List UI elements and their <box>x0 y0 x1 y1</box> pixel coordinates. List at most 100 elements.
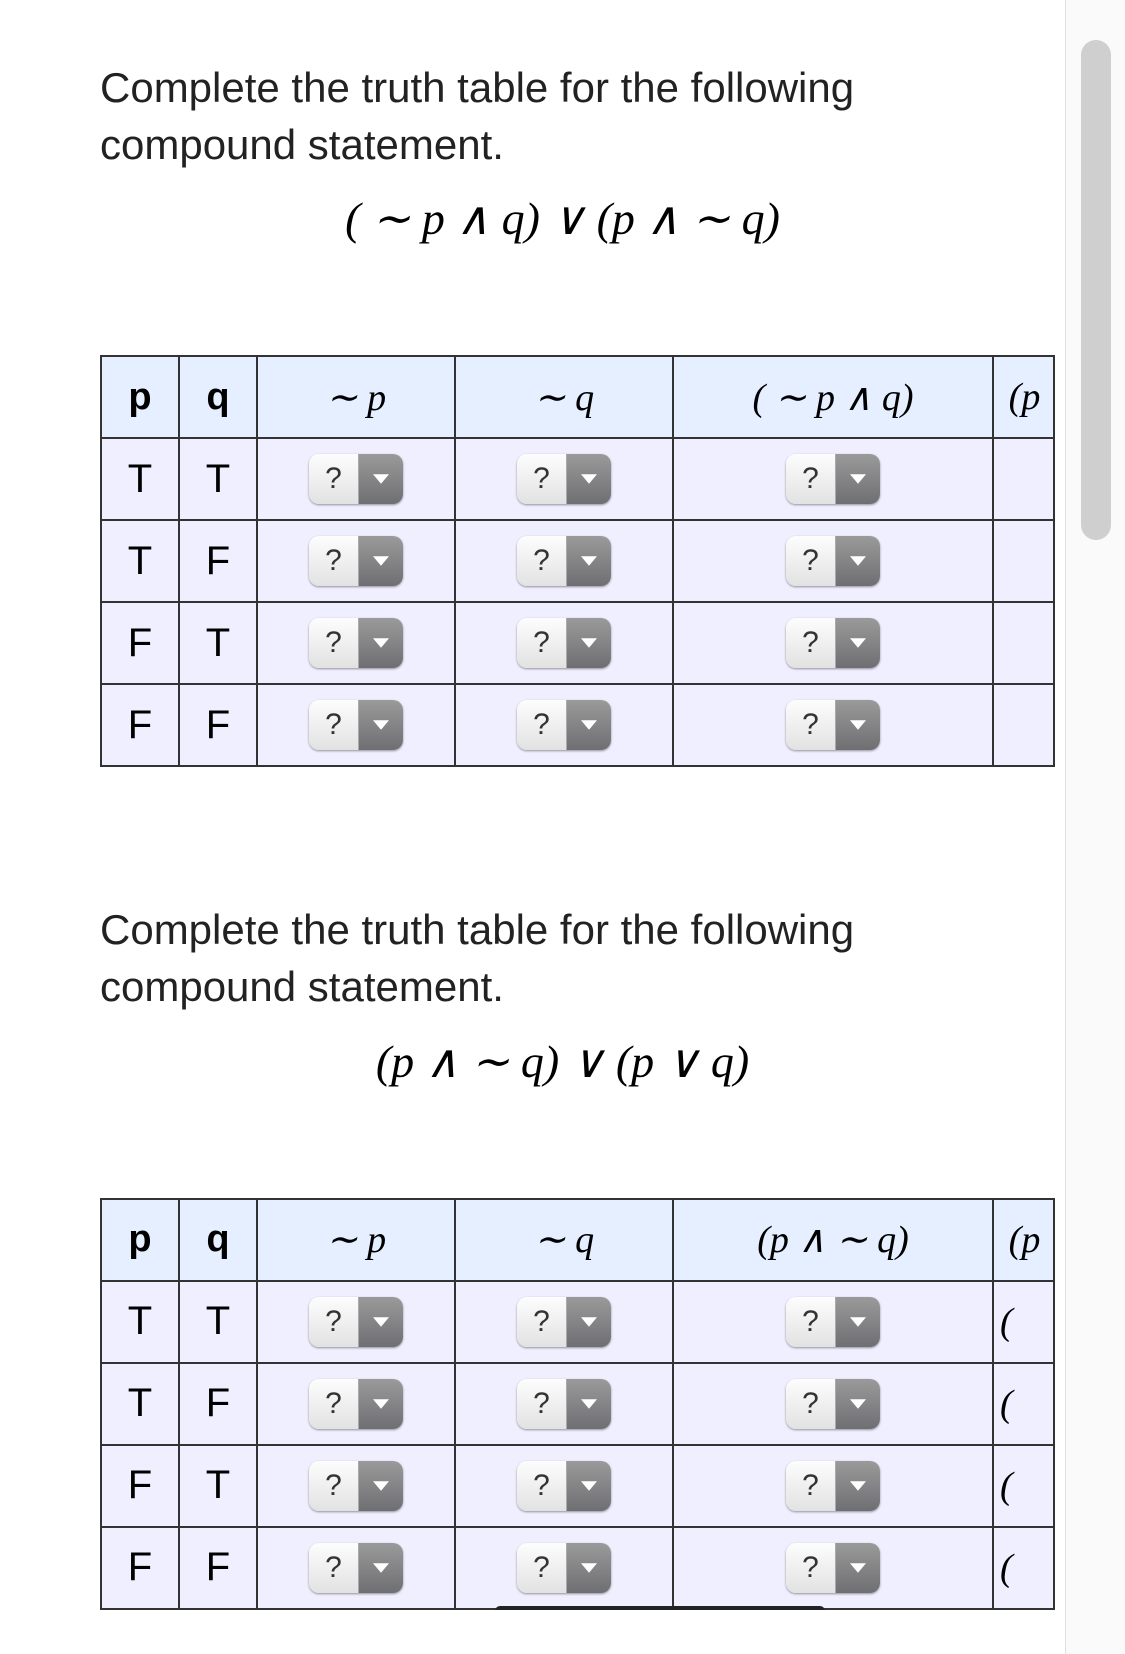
col-header-p: p <box>101 356 179 438</box>
answer-dropdown[interactable]: ? <box>309 1461 403 1511</box>
dropdown-value: ? <box>517 700 567 750</box>
vertical-scrollbar-thumb[interactable] <box>1081 40 1111 540</box>
cell-notp: ? <box>257 1281 455 1363</box>
cell-p: T <box>101 1281 179 1363</box>
cell-compound: ? <box>673 602 993 684</box>
problem-prompt: Complete the truth table for the followi… <box>100 902 1025 1015</box>
answer-dropdown[interactable]: ? <box>517 1297 611 1347</box>
answer-dropdown[interactable]: ? <box>786 1297 880 1347</box>
chevron-down-icon <box>567 1297 611 1347</box>
truth-table-1-wrap: p q ∼ p ∼ q ( ∼ p ∧ q) (p T T ? ? ? T F … <box>100 355 1055 767</box>
table-row: F T ? ? ? ( <box>101 1445 1055 1527</box>
answer-dropdown[interactable]: ? <box>786 536 880 586</box>
cell-compound: ? <box>673 684 993 766</box>
chevron-down-icon <box>567 700 611 750</box>
table-row: T T ? ? ? <box>101 438 1055 520</box>
chevron-down-icon <box>359 1297 403 1347</box>
answer-dropdown[interactable]: ? <box>517 700 611 750</box>
dropdown-value: ? <box>786 536 836 586</box>
cell-notp: ? <box>257 602 455 684</box>
cell-p: F <box>101 1445 179 1527</box>
dropdown-value: ? <box>517 1379 567 1429</box>
cell-notq: ? <box>455 1445 673 1527</box>
cell-last: ( <box>993 1281 1055 1363</box>
answer-dropdown[interactable]: ? <box>309 454 403 504</box>
horizontal-scrollbar-thumb[interactable] <box>495 1606 825 1610</box>
dropdown-value: ? <box>309 1297 359 1347</box>
chevron-down-icon <box>359 454 403 504</box>
cell-notp: ? <box>257 1363 455 1445</box>
dropdown-value: ? <box>786 1461 836 1511</box>
cell-p: T <box>101 438 179 520</box>
answer-dropdown[interactable]: ? <box>309 618 403 668</box>
chevron-down-icon <box>836 700 880 750</box>
col-header-notq: ∼ q <box>455 356 673 438</box>
answer-dropdown[interactable]: ? <box>517 454 611 504</box>
col-header-last: (p <box>993 356 1055 438</box>
chevron-down-icon <box>567 1543 611 1593</box>
cell-notq: ? <box>455 684 673 766</box>
cell-q: F <box>179 684 257 766</box>
answer-dropdown[interactable]: ? <box>517 1543 611 1593</box>
col-header-notq: ∼ q <box>455 1199 673 1281</box>
answer-dropdown[interactable]: ? <box>786 700 880 750</box>
chevron-down-icon <box>836 1461 880 1511</box>
problem-1: Complete the truth table for the followi… <box>100 60 1025 767</box>
dropdown-value: ? <box>309 1461 359 1511</box>
cell-notp: ? <box>257 684 455 766</box>
cell-compound: ? <box>673 1363 993 1445</box>
answer-dropdown[interactable]: ? <box>786 618 880 668</box>
problem-formula: (p ∧ ∼ q) ∨ (p ∨ q) <box>100 1034 1025 1088</box>
answer-dropdown[interactable]: ? <box>309 1543 403 1593</box>
chevron-down-icon <box>359 618 403 668</box>
dropdown-value: ? <box>517 454 567 504</box>
chevron-down-icon <box>359 700 403 750</box>
answer-dropdown[interactable]: ? <box>517 1379 611 1429</box>
cell-compound: ? <box>673 438 993 520</box>
col-header-notp: ∼ p <box>257 1199 455 1281</box>
cell-last: ( <box>993 1445 1055 1527</box>
truth-table-1: p q ∼ p ∼ q ( ∼ p ∧ q) (p T T ? ? ? T F … <box>100 355 1055 767</box>
table-row: T F ? ? ? ( <box>101 1363 1055 1445</box>
answer-dropdown[interactable]: ? <box>517 618 611 668</box>
cell-last: ( <box>993 1527 1055 1609</box>
answer-dropdown[interactable]: ? <box>309 1379 403 1429</box>
cell-q: F <box>179 520 257 602</box>
cell-notq: ? <box>455 438 673 520</box>
col-header-q: q <box>179 1199 257 1281</box>
answer-dropdown[interactable]: ? <box>309 700 403 750</box>
col-header-notp: ∼ p <box>257 356 455 438</box>
cell-p: F <box>101 602 179 684</box>
vertical-scrollbar-track[interactable] <box>1065 0 1125 1654</box>
table-row: F T ? ? ? <box>101 602 1055 684</box>
dropdown-value: ? <box>309 1379 359 1429</box>
col-header-compound: ( ∼ p ∧ q) <box>673 356 993 438</box>
chevron-down-icon <box>567 454 611 504</box>
col-header-compound: (p ∧ ∼ q) <box>673 1199 993 1281</box>
dropdown-value: ? <box>786 700 836 750</box>
cell-p: T <box>101 520 179 602</box>
answer-dropdown[interactable]: ? <box>309 536 403 586</box>
table-row: T T ? ? ? ( <box>101 1281 1055 1363</box>
cell-q: T <box>179 602 257 684</box>
chevron-down-icon <box>567 1461 611 1511</box>
dropdown-value: ? <box>309 454 359 504</box>
chevron-down-icon <box>836 1543 880 1593</box>
answer-dropdown[interactable]: ? <box>309 1297 403 1347</box>
table-row: F F ? ? ? <box>101 684 1055 766</box>
answer-dropdown[interactable]: ? <box>517 1461 611 1511</box>
answer-dropdown[interactable]: ? <box>517 536 611 586</box>
cell-notp: ? <box>257 438 455 520</box>
dropdown-value: ? <box>517 1461 567 1511</box>
cell-p: T <box>101 1363 179 1445</box>
answer-dropdown[interactable]: ? <box>786 1543 880 1593</box>
problem-formula: ( ∼ p ∧ q) ∨ (p ∧ ∼ q) <box>100 191 1025 245</box>
chevron-down-icon <box>836 1297 880 1347</box>
answer-dropdown[interactable]: ? <box>786 454 880 504</box>
cell-last <box>993 684 1055 766</box>
answer-dropdown[interactable]: ? <box>786 1379 880 1429</box>
cell-q: T <box>179 1281 257 1363</box>
answer-dropdown[interactable]: ? <box>786 1461 880 1511</box>
table-header-row: p q ∼ p ∼ q ( ∼ p ∧ q) (p <box>101 356 1055 438</box>
chevron-down-icon <box>836 618 880 668</box>
